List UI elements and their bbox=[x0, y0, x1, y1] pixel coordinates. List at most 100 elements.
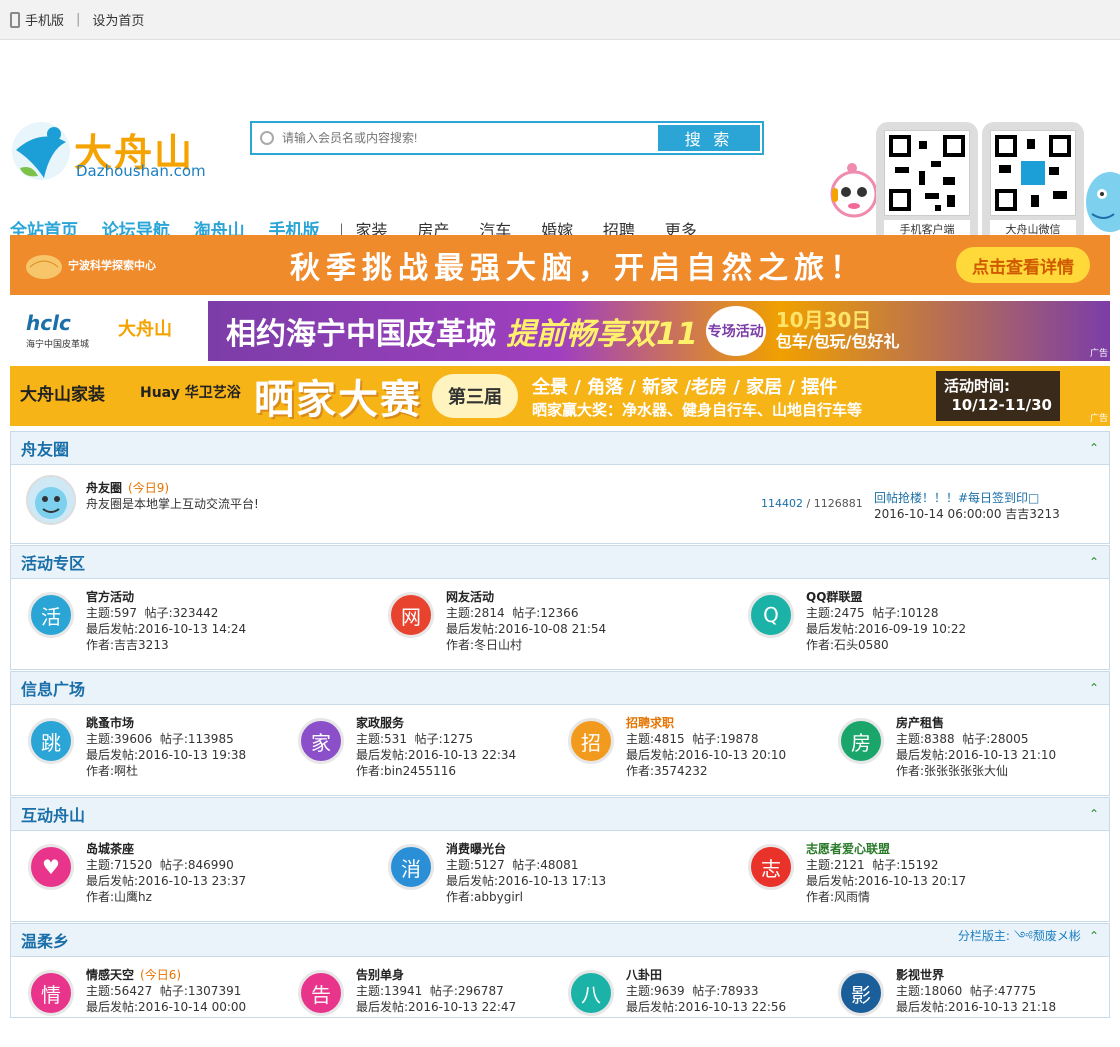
section-wenrou: 温柔乡 分栏版主: ༺颓废メ彬 ⌃ 情 情感天空 (今日6) 主题:56427 帖子… bbox=[10, 923, 1110, 1018]
last-post[interactable]: 最后发帖:2016-10-13 20:17 bbox=[806, 873, 1091, 889]
forum-stats: 主题:5127 帖子:48081 bbox=[446, 857, 731, 873]
forum-icon[interactable]: ♥ bbox=[28, 844, 74, 890]
forum-icon[interactable]: 情 bbox=[28, 970, 74, 1016]
topic-count: 主题:18060 bbox=[896, 984, 963, 998]
last-post[interactable]: 最后发帖:2016-10-13 19:38 bbox=[86, 747, 281, 763]
topic-count: 主题:2475 bbox=[806, 606, 865, 620]
section-header: 活动专区 ⌃ bbox=[11, 545, 1109, 579]
banner-science-center[interactable]: 宁波科学探索中心 秋季挑战最强大脑，开启自然之旅！ 点击查看详情 bbox=[10, 235, 1110, 295]
forum-list: 跳 跳蚤市场 主题:39606 帖子:113985 最后发帖:2016-10-1… bbox=[11, 705, 1109, 795]
post-count: 帖子:47775 bbox=[969, 984, 1037, 998]
banner-brand-name: 大舟山家装 bbox=[20, 385, 105, 405]
search-input[interactable] bbox=[252, 123, 656, 153]
post-count: 帖子:846990 bbox=[159, 858, 234, 872]
last-post-title[interactable]: 回帖抢楼！！！#每日签到印□ bbox=[874, 489, 1039, 506]
forum-stats: 主题:2814 帖子:12366 bbox=[446, 605, 731, 621]
forum-icon[interactable]: Q bbox=[748, 592, 794, 638]
forum-icon[interactable]: 跳 bbox=[28, 718, 74, 764]
forum-counts: 114402 / 1126881 bbox=[761, 497, 863, 510]
banner-leather-city[interactable]: hclc 海宁中国皮革城 大舟山 相约海宁中国皮革城 提前畅享双11 专场活动 … bbox=[10, 301, 1110, 361]
last-post[interactable]: 最后发帖:2016-10-13 22:56 bbox=[626, 999, 821, 1015]
forum-name[interactable]: 房产租售 bbox=[896, 715, 1091, 731]
banner-tag: 包车/包玩/包好礼 bbox=[775, 332, 900, 351]
collapse-icon[interactable]: ⌃ bbox=[1089, 929, 1099, 943]
search-button[interactable]: 搜 索 bbox=[658, 125, 760, 151]
today-count: (今日6) bbox=[140, 968, 182, 982]
section-right: 分栏版主: ༺颓废メ彬 ⌃ bbox=[958, 923, 1109, 957]
forum-name[interactable]: 情感天空 bbox=[86, 968, 134, 982]
forum-name[interactable]: 官方活动 bbox=[86, 589, 371, 605]
section-title[interactable]: 信息广场 bbox=[21, 676, 85, 700]
forum-name[interactable]: 舟友圈 bbox=[86, 481, 122, 495]
banner-cta-button[interactable]: 点击查看详情 bbox=[956, 247, 1090, 283]
post-count: 帖子:28005 bbox=[962, 732, 1029, 746]
last-post[interactable]: 最后发帖:2016-09-19 10:22 bbox=[806, 621, 1091, 637]
last-post[interactable]: 最后发帖:2016-10-13 20:10 bbox=[626, 747, 821, 763]
forum-name[interactable]: 告别单身 bbox=[356, 967, 551, 983]
forum-icon[interactable]: 网 bbox=[388, 592, 434, 638]
banner-home-contest[interactable]: 大舟山家装 Huay 华卫艺浴 晒家大赛 第三届 全景 / 角落 / 新家 /老… bbox=[10, 366, 1110, 426]
last-post[interactable]: 最后发帖:2016-10-13 21:18 bbox=[896, 999, 1091, 1015]
section-title[interactable]: 互动舟山 bbox=[21, 802, 85, 826]
section-title[interactable]: 温柔乡 bbox=[21, 928, 69, 952]
thread-count: 114402 bbox=[761, 497, 803, 510]
forum-icon[interactable]: 志 bbox=[748, 844, 794, 890]
forum-name[interactable]: 招聘求职 bbox=[626, 715, 821, 731]
author[interactable]: 作者:山鹰hz bbox=[86, 889, 371, 905]
mobile-link[interactable]: 手机版 bbox=[25, 10, 64, 29]
forum-name[interactable]: 网友活动 bbox=[446, 589, 731, 605]
author[interactable]: 作者:bin2455116 bbox=[356, 763, 551, 779]
forum-name[interactable]: 八卦田 bbox=[626, 967, 821, 983]
author[interactable]: 作者:冬日山村 bbox=[446, 637, 731, 653]
last-post[interactable]: 最后发帖:2016-10-13 14:24 bbox=[86, 621, 371, 637]
author[interactable]: 作者:吉吉3213 bbox=[86, 637, 371, 653]
forum-icon[interactable]: 八 bbox=[568, 970, 614, 1016]
last-post[interactable]: 最后发帖:2016-10-13 23:37 bbox=[86, 873, 371, 889]
author[interactable]: 作者:abbygirl bbox=[446, 889, 731, 905]
forum-icon[interactable]: 招 bbox=[568, 718, 614, 764]
last-post[interactable]: 最后发帖:2016-10-08 21:54 bbox=[446, 621, 731, 637]
last-post[interactable]: 最后发帖:2016-10-13 17:13 bbox=[446, 873, 731, 889]
collapse-icon[interactable]: ⌃ bbox=[1089, 807, 1099, 821]
forum-item: 招 招聘求职 主题:4815 帖子:19878 最后发帖:2016-10-13 … bbox=[551, 715, 821, 795]
author[interactable]: 作者:3574232 bbox=[626, 763, 821, 779]
forum-name[interactable]: 家政服务 bbox=[356, 715, 551, 731]
forum-avatar[interactable] bbox=[26, 475, 76, 525]
collapse-icon[interactable]: ⌃ bbox=[1089, 681, 1099, 695]
collapse-icon[interactable]: ⌃ bbox=[1089, 555, 1099, 569]
author[interactable]: 作者:张张张张张大仙 bbox=[896, 763, 1091, 779]
forum-name[interactable]: 影视世界 bbox=[896, 967, 1091, 983]
forum-icon[interactable]: 活 bbox=[28, 592, 74, 638]
section-title[interactable]: 舟友圈 bbox=[21, 436, 69, 460]
author[interactable]: 作者:啊杜 bbox=[86, 763, 281, 779]
set-homepage-link[interactable]: 设为首页 bbox=[92, 10, 144, 29]
forum-icon[interactable]: 告 bbox=[298, 970, 344, 1016]
author[interactable]: 作者:风雨情 bbox=[806, 889, 1091, 905]
moderator-link[interactable]: 分栏版主: ༺颓废メ彬 bbox=[958, 929, 1081, 943]
last-post[interactable]: 最后发帖:2016-10-13 21:10 bbox=[896, 747, 1091, 763]
banner-line-2: 晒家赢大奖：净水器、健身自行车、山地自行车等 bbox=[532, 400, 863, 419]
last-post[interactable]: 最后发帖:2016-10-13 22:34 bbox=[356, 747, 551, 763]
banner-edition: 第三届 bbox=[432, 374, 518, 418]
forum-icon[interactable]: 房 bbox=[838, 718, 884, 764]
collapse-icon[interactable]: ⌃ bbox=[1089, 441, 1099, 455]
post-count: 帖子:19878 bbox=[692, 732, 759, 746]
forum-name[interactable]: 跳蚤市场 bbox=[86, 715, 281, 731]
forum-icon[interactable]: 影 bbox=[838, 970, 884, 1016]
forum-icon[interactable]: 消 bbox=[388, 844, 434, 890]
last-post[interactable]: 最后发帖:2016-10-13 22:47 bbox=[356, 999, 551, 1015]
banner-brand-2: Huay 华卫艺浴 bbox=[140, 385, 241, 401]
author[interactable]: 作者:石头0580 bbox=[806, 637, 1091, 653]
forum-icon[interactable]: 家 bbox=[298, 718, 344, 764]
forum-name[interactable]: 志愿者爱心联盟 bbox=[806, 841, 1091, 857]
forum-name[interactable]: QQ群联盟 bbox=[806, 589, 1091, 605]
forum-item: 影 影视世界 主题:18060 帖子:47775 最后发帖:2016-10-13… bbox=[821, 967, 1091, 1047]
forum-name[interactable]: 岛城茶座 bbox=[86, 841, 371, 857]
forum-name[interactable]: 消费曝光台 bbox=[446, 841, 731, 857]
forum-stats: 主题:531 帖子:1275 bbox=[356, 731, 551, 747]
last-post[interactable]: 最后发帖:2016-10-14 00:00 bbox=[86, 999, 281, 1015]
section-title[interactable]: 活动专区 bbox=[21, 550, 85, 574]
post-count: 帖子:1275 bbox=[414, 732, 474, 746]
site-logo[interactable]: 大舟山 Dazhoushan.com bbox=[10, 120, 210, 182]
topic-count: 主题:39606 bbox=[86, 732, 153, 746]
